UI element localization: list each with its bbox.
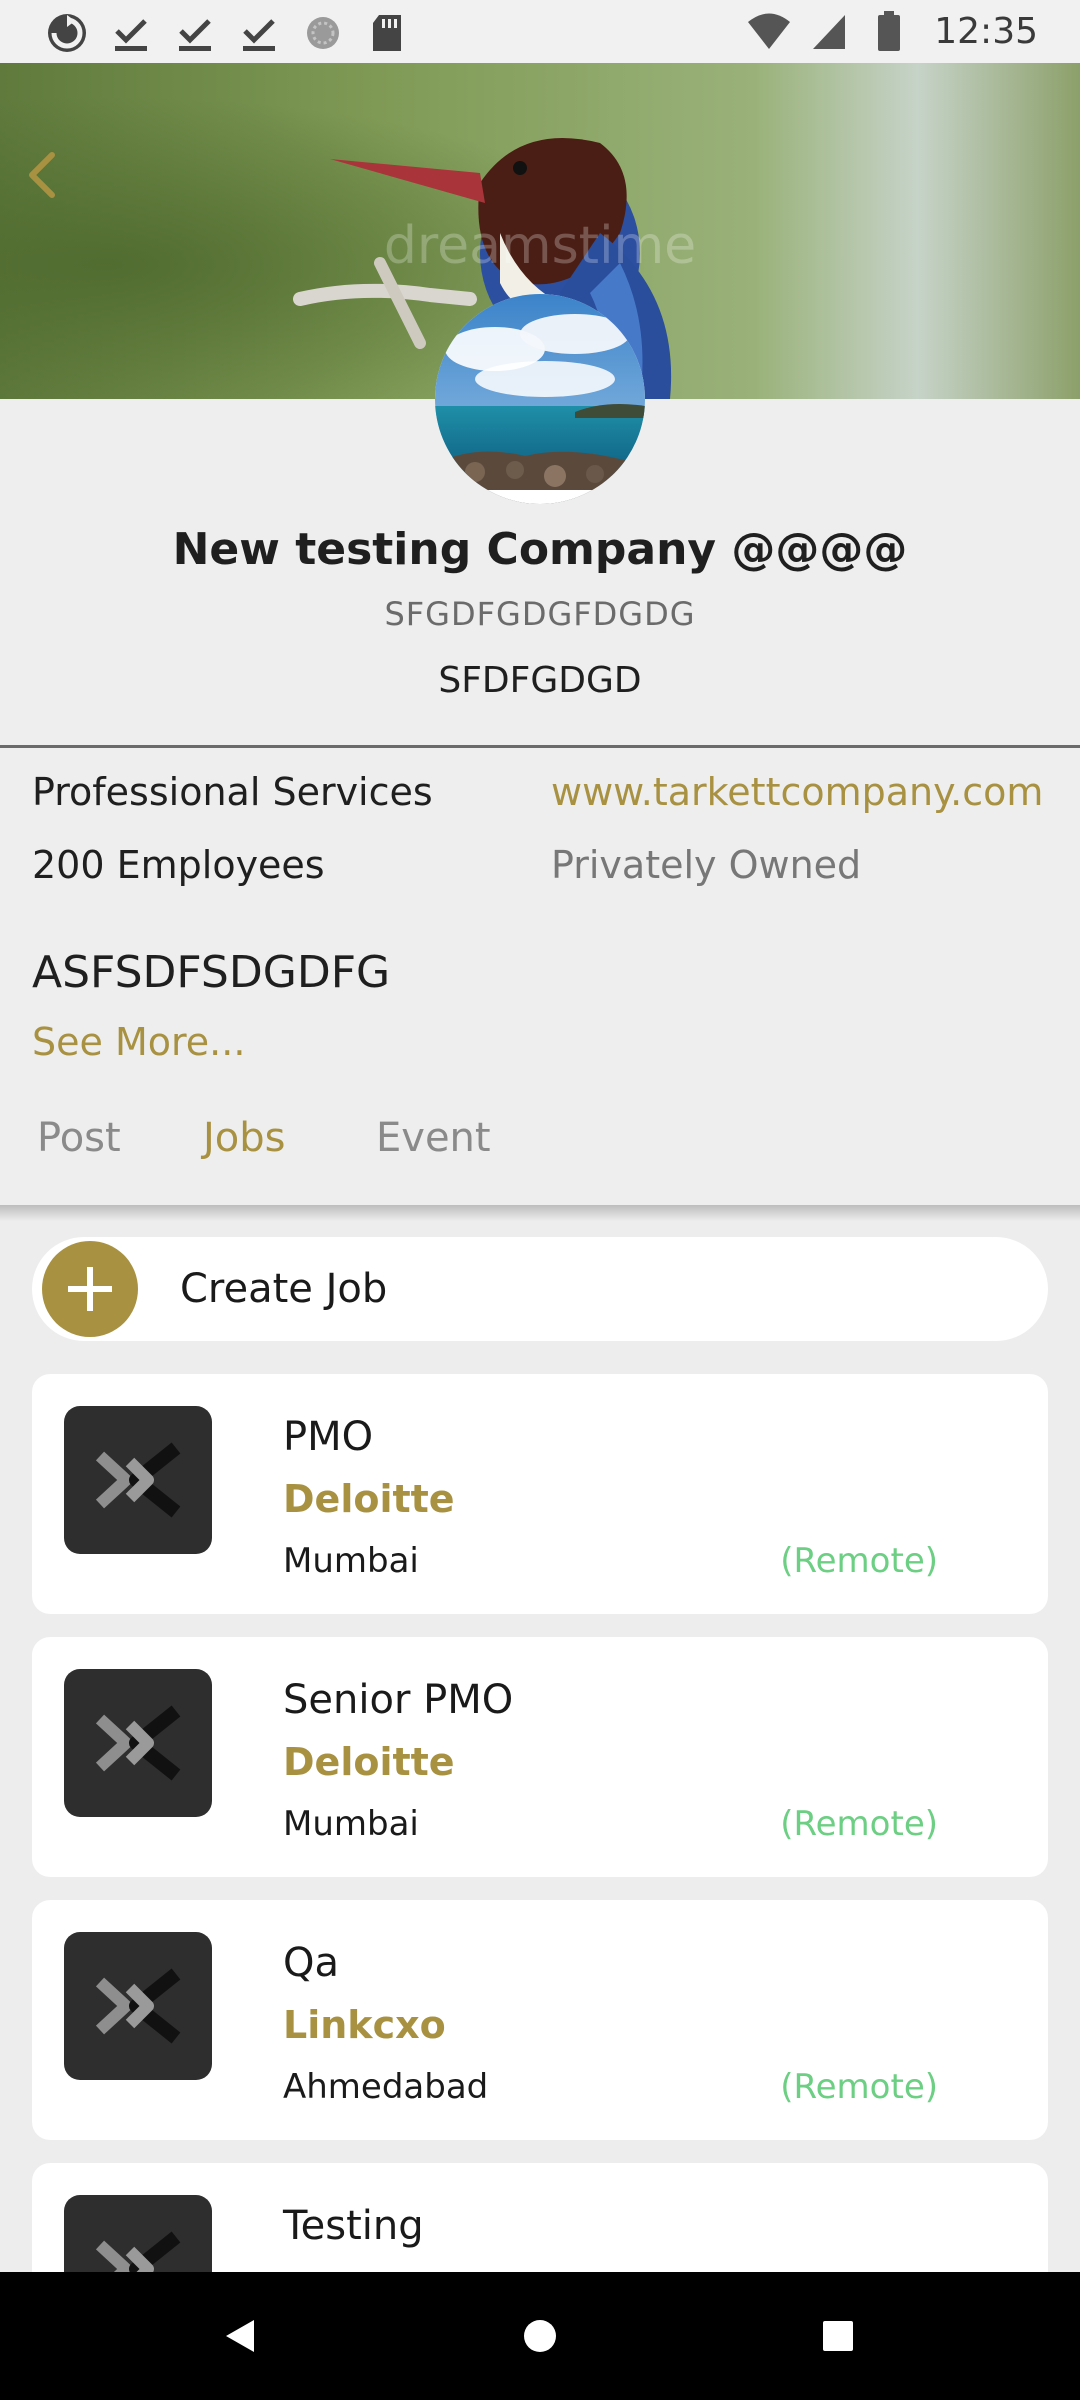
job-title: PMO <box>283 1414 374 1460</box>
watermark-text: dreamstime <box>384 216 696 276</box>
divider <box>0 745 1080 748</box>
back-triangle-icon <box>226 2320 254 2352</box>
job-card[interactable]: PMO Deloitte Mumbai (Remote) <box>32 1374 1048 1614</box>
download-done-icon <box>236 10 282 56</box>
company-logo-icon <box>64 1669 212 1817</box>
wifi-icon <box>746 8 792 54</box>
loading-icon <box>300 10 346 56</box>
sync-icon <box>44 10 90 56</box>
job-location: Ahmedabad <box>283 2067 489 2107</box>
clock: 12:35 <box>934 10 1038 52</box>
company-name: New testing Company @@@@ <box>172 524 908 575</box>
company-ownership: Privately Owned <box>551 843 862 887</box>
job-title: Qa <box>283 1940 339 1986</box>
tab-event[interactable]: Event <box>376 1115 491 1161</box>
home-circle-icon <box>524 2320 556 2352</box>
company-industry: Professional Services <box>32 770 433 814</box>
create-job-button[interactable]: Create Job <box>32 1237 1048 1341</box>
job-card[interactable]: Senior PMO Deloitte Mumbai (Remote) <box>32 1637 1048 1877</box>
company-logo-icon <box>64 1406 212 1554</box>
job-company: Linkcxo <box>283 2003 446 2047</box>
job-mode: (Remote) <box>780 2067 938 2107</box>
company-about: ASFSDFSDGDFG <box>32 947 391 998</box>
company-website-link[interactable]: www.tarkettcompany.com <box>551 770 1043 814</box>
sd-card-icon <box>364 10 410 56</box>
job-mode: (Remote) <box>780 1804 938 1844</box>
see-more-link[interactable]: See More... <box>32 1020 245 1064</box>
jobs-panel: Create Job PMO Deloitte Mumbai (Remote) … <box>0 1205 1080 2272</box>
job-company: Deloitte <box>283 1477 455 1521</box>
status-bar: 12:35 <box>0 0 1080 63</box>
company-avatar[interactable] <box>435 294 645 504</box>
back-button[interactable] <box>14 143 70 207</box>
plus-icon <box>42 1241 138 1337</box>
panel-shadow <box>0 1205 1080 1221</box>
tab-jobs[interactable]: Jobs <box>203 1115 286 1161</box>
recents-square-icon <box>823 2321 853 2351</box>
company-tagline: SFDFGDGD <box>438 660 642 701</box>
download-done-icon <box>172 10 218 56</box>
system-nav-bar <box>0 2272 1080 2400</box>
create-job-label: Create Job <box>180 1266 388 1312</box>
job-company: Deloitte <box>283 1740 455 1784</box>
download-done-icon <box>108 10 154 56</box>
nav-home-button[interactable] <box>510 2306 570 2366</box>
tab-post[interactable]: Post <box>37 1115 121 1161</box>
company-logo-icon <box>64 2195 212 2272</box>
nav-recents-button[interactable] <box>808 2306 868 2366</box>
company-logo-icon <box>64 1932 212 2080</box>
job-mode: (Remote) <box>780 1541 938 1581</box>
job-title: Senior PMO <box>283 1677 514 1723</box>
company-code: SFGDFGDGFDGDG <box>384 595 696 633</box>
chevron-left-icon <box>29 152 55 198</box>
job-card[interactable]: Qa Linkcxo Ahmedabad (Remote) <box>32 1900 1048 2140</box>
job-card[interactable]: Testing <box>32 2163 1048 2272</box>
job-location: Mumbai <box>283 1804 419 1844</box>
battery-icon <box>866 8 912 54</box>
signal-icon <box>806 8 852 54</box>
nav-back-button[interactable] <box>210 2306 270 2366</box>
job-location: Mumbai <box>283 1541 419 1581</box>
job-title: Testing <box>283 2203 424 2249</box>
company-size: 200 Employees <box>32 843 325 887</box>
